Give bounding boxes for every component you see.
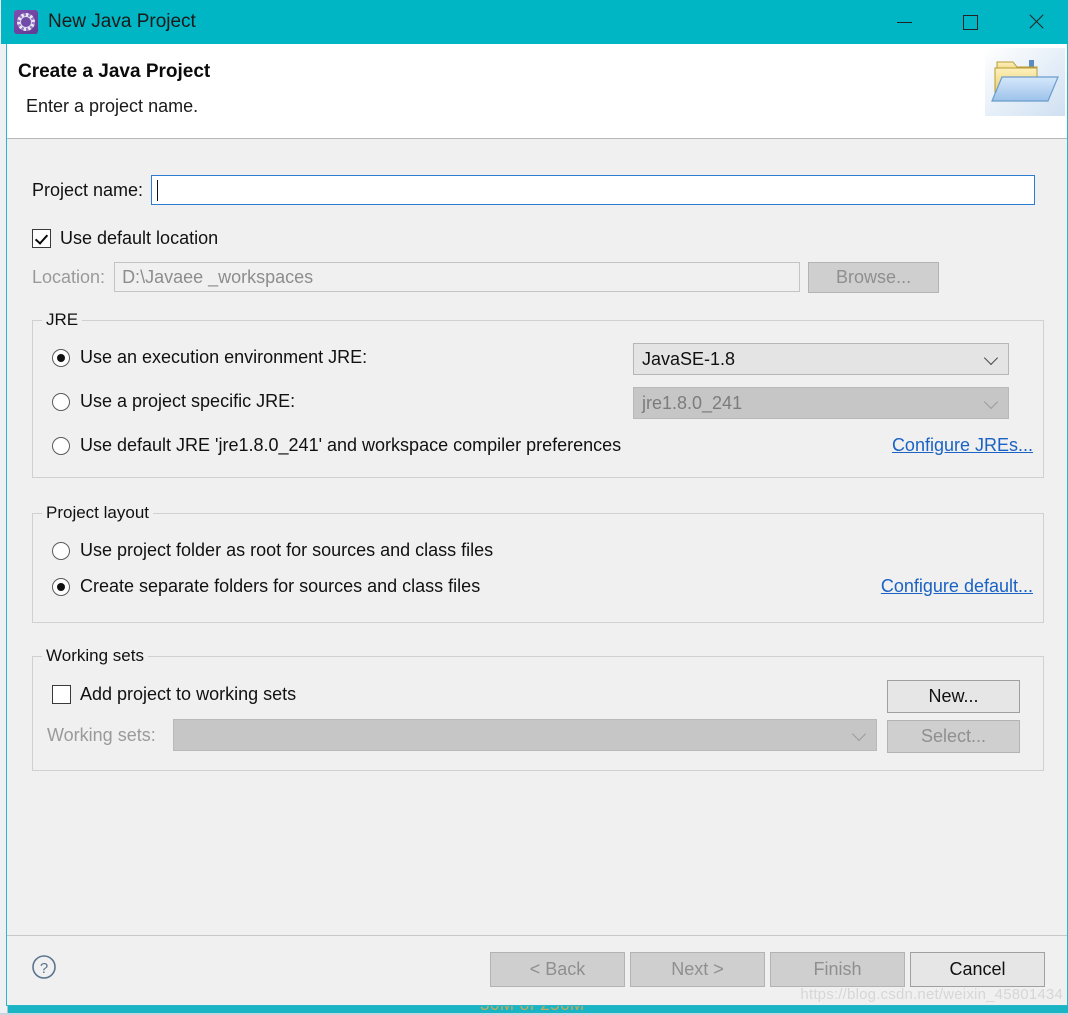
chevron-down-icon (983, 394, 999, 410)
add-project-to-working-sets-label: Add project to working sets (80, 684, 297, 704)
project-name-input[interactable] (151, 175, 1036, 205)
close-button[interactable] (1003, 0, 1068, 44)
working-sets-label: Working sets: (47, 725, 156, 745)
help-icon[interactable]: ? (31, 954, 57, 980)
page-subtitle: Enter a project name. (26, 96, 199, 116)
layout-option-project-folder-root[interactable]: Use project folder as root for sources a… (52, 540, 493, 561)
java-project-gear-icon (14, 10, 38, 34)
chevron-down-icon (983, 350, 999, 366)
window-title: New Java Project (48, 11, 196, 32)
radio-execution-environment[interactable] (52, 348, 70, 367)
layout-option-label: Use project folder as root for sources a… (80, 540, 494, 560)
jre-option-label: Use an execution environment JRE: (80, 347, 368, 367)
minimize-button[interactable] (871, 0, 937, 44)
working-sets-combo[interactable] (173, 719, 877, 751)
radio-project-folder-root[interactable] (52, 541, 70, 560)
jre-group: JRE Use an execution environment JRE: Ja… (32, 310, 1044, 478)
new-working-set-button[interactable]: New... (887, 680, 1020, 713)
select-working-set-button[interactable]: Select... (887, 720, 1020, 753)
close-icon (1027, 13, 1045, 31)
page-title: Create a Java Project (18, 61, 211, 82)
working-sets-group: Working sets Add project to working sets… (32, 646, 1044, 771)
watermark: https://blog.csdn.net/weixin_45801434 (800, 986, 1063, 1003)
finish-button[interactable]: Finish (770, 952, 905, 987)
dialog-footer: ? < Back Next > Finish Cancel https://bl… (7, 935, 1067, 1005)
dialog-header: Create a Java Project Enter a project na… (7, 44, 1067, 139)
use-default-location-checkbox[interactable] (32, 229, 51, 248)
project-name-row: Project name: (7, 174, 1067, 206)
add-to-working-sets-row[interactable]: Add project to working sets (52, 684, 296, 705)
jre-group-title: JRE (42, 310, 83, 330)
browse-button[interactable]: Browse... (808, 261, 940, 293)
jre-option-default-jre[interactable]: Use default JRE 'jre1.8.0_241' and works… (52, 435, 621, 456)
use-default-location-row[interactable]: Use default location (32, 228, 218, 249)
jre-option-execution-environment[interactable]: Use an execution environment JRE: (52, 347, 367, 368)
project-name-label: Project name: (32, 179, 144, 200)
next-button[interactable]: Next > (630, 952, 765, 987)
window-controls (871, 0, 1068, 44)
dialog-body: Project name: Use default location Locat… (7, 140, 1067, 934)
svg-text:?: ? (40, 960, 48, 977)
working-sets-row: Working sets: (47, 725, 156, 746)
execution-environment-combo[interactable]: JavaSE-1.8 (633, 343, 1009, 375)
jre-option-label: Use a project specific JRE: (80, 391, 296, 411)
chevron-down-icon (851, 726, 867, 742)
working-sets-group-title: Working sets (42, 646, 148, 666)
maximize-button[interactable] (937, 0, 1003, 44)
layout-option-label: Create separate folders for sources and … (80, 576, 481, 596)
minimize-icon (896, 21, 912, 23)
back-button[interactable]: < Back (490, 952, 625, 987)
location-row: Location: D:\Javaee _workspaces Browse..… (7, 261, 1067, 293)
radio-project-specific-jre[interactable] (52, 392, 70, 411)
text-caret (157, 180, 159, 201)
footer-buttons: < Back Next > Finish Cancel (490, 952, 1045, 987)
project-layout-group-title: Project layout (42, 503, 153, 523)
project-layout-group: Project layout Use project folder as roo… (32, 503, 1044, 623)
radio-separate-folders[interactable] (52, 577, 70, 596)
project-specific-jre-value: jre1.8.0_241 (642, 392, 743, 413)
layout-option-separate-folders[interactable]: Create separate folders for sources and … (52, 576, 480, 597)
configure-jres-link[interactable]: Configure JREs... (892, 435, 1033, 456)
maximize-icon (962, 14, 978, 30)
java-folder-icon (985, 48, 1065, 116)
location-input[interactable]: D:\Javaee _workspaces (114, 262, 801, 292)
radio-default-jre[interactable] (52, 436, 70, 455)
execution-environment-value: JavaSE-1.8 (642, 348, 736, 369)
configure-default-link[interactable]: Configure default... (881, 576, 1033, 597)
jre-option-project-specific[interactable]: Use a project specific JRE: (52, 391, 295, 412)
project-specific-jre-combo[interactable]: jre1.8.0_241 (633, 387, 1009, 419)
location-label: Location: (32, 266, 106, 287)
new-java-project-dialog: New Java Project Create a Java Project E… (1, 0, 1068, 1006)
cancel-button[interactable]: Cancel (910, 952, 1045, 987)
jre-option-label: Use default JRE 'jre1.8.0_241' and works… (80, 435, 622, 455)
dialog-titlebar[interactable]: New Java Project (1, 0, 1068, 44)
use-default-location-label: Use default location (60, 228, 219, 248)
add-project-to-working-sets-checkbox[interactable] (52, 685, 71, 704)
